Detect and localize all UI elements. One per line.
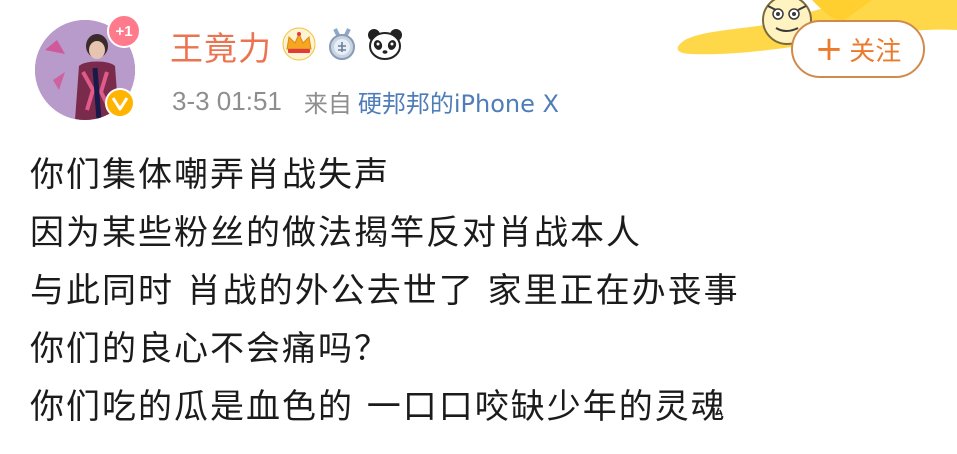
medal-icon[interactable]	[326, 27, 358, 65]
post-text-line: 你们集体嘲弄肖战失声	[30, 155, 390, 195]
follow-button[interactable]: + 关注	[791, 20, 925, 78]
post-meta: 3-3 01:51 来自 硬邦邦的iPhone X	[172, 84, 559, 118]
source-from-label: 来自	[303, 89, 352, 118]
crown-icon[interactable]	[280, 27, 318, 65]
post-text-line: 因为某些粉丝的做法揭竿反对肖战本人	[30, 213, 642, 253]
author-avatar-wrap[interactable]: +1	[35, 14, 141, 122]
post-text-line: 你们的良心不会痛吗？	[30, 329, 390, 369]
author-name[interactable]: 王竟力	[170, 22, 272, 70]
weibo-post: +1 王竟力 3-3 01:51 来自 硬邦邦的iPhone X + 关注 你们…	[0, 0, 957, 454]
panda-icon[interactable]	[366, 27, 404, 65]
verified-badge-icon	[105, 88, 135, 118]
post-text-line: 与此同时 肖战的外公去世了 家里正在办丧事	[30, 271, 740, 311]
avatar-update-badge: +1	[107, 14, 141, 48]
post-time: 3-3 01:51	[172, 85, 282, 116]
author-name-row: 王竟力	[170, 20, 404, 72]
post-source-link[interactable]: 硬邦邦的iPhone X	[358, 84, 559, 119]
post-text-line: 你们吃的瓜是血色的 一口口咬缺少年的灵魂	[30, 387, 727, 427]
plus-icon: +	[814, 29, 844, 69]
follow-button-label: 关注	[849, 36, 902, 67]
post-content: 你们集体嘲弄肖战失声 因为某些粉丝的做法揭竿反对肖战本人 与此同时 肖战的外公去…	[30, 146, 930, 436]
